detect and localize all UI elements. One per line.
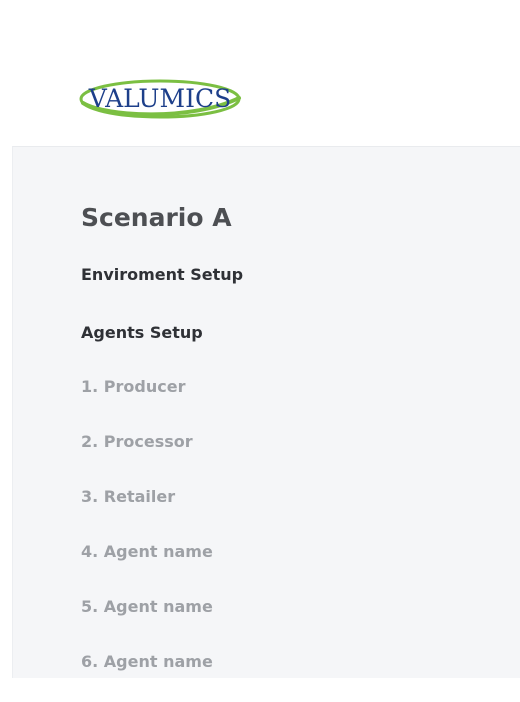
scenario-title: Scenario A bbox=[81, 203, 232, 232]
agent-item-1[interactable]: 1. Producer bbox=[81, 372, 213, 427]
agent-item-6[interactable]: 6. Agent name bbox=[81, 647, 213, 702]
agents-setup-link[interactable]: Agents Setup bbox=[81, 323, 203, 342]
scenario-panel: Scenario A Enviroment Setup Agents Setup… bbox=[12, 146, 520, 678]
agents-list: 1. Producer 2. Processor 3. Retailer 4. … bbox=[81, 372, 213, 702]
page-header: VALUMICS bbox=[0, 0, 520, 146]
agent-item-5[interactable]: 5. Agent name bbox=[81, 592, 213, 647]
environment-setup-link[interactable]: Enviroment Setup bbox=[81, 265, 243, 284]
agent-item-3[interactable]: 3. Retailer bbox=[81, 482, 213, 537]
agent-item-4[interactable]: 4. Agent name bbox=[81, 537, 213, 592]
svg-text:VALUMICS: VALUMICS bbox=[88, 84, 231, 113]
agent-item-2[interactable]: 2. Processor bbox=[81, 427, 213, 482]
valumics-logo[interactable]: VALUMICS bbox=[78, 76, 244, 124]
